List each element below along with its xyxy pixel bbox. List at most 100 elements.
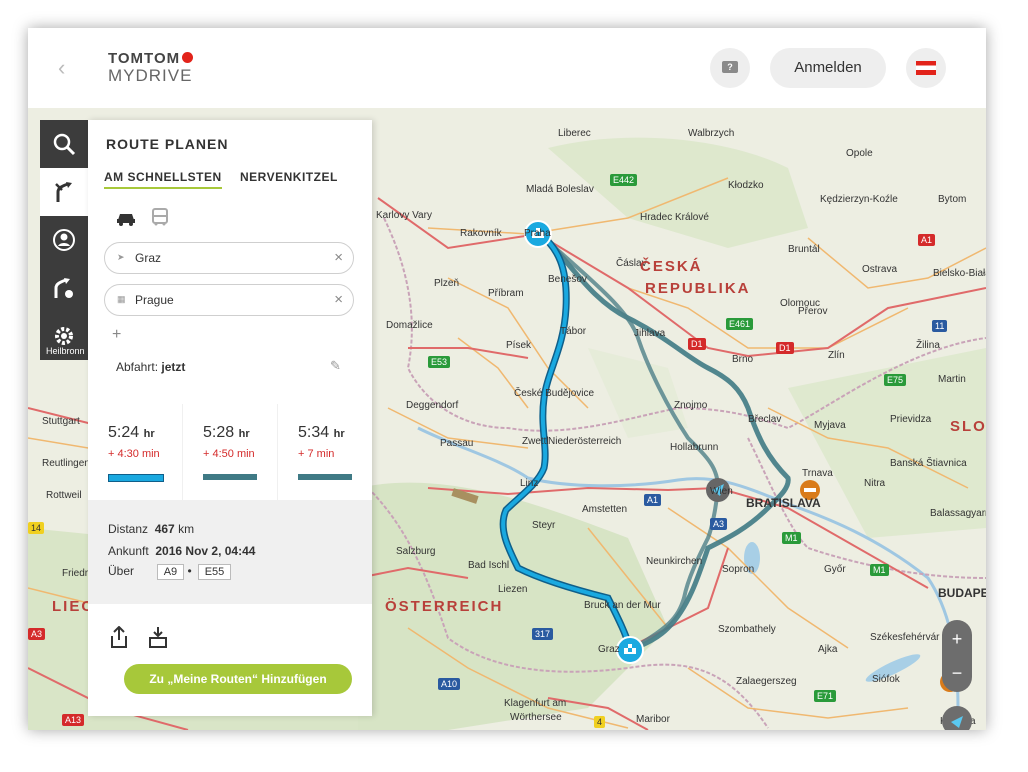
locate-button[interactable] <box>942 706 972 730</box>
map-place-label: BRATISLAVA <box>746 496 821 510</box>
road-shield: A1 <box>918 234 936 246</box>
map-place-label: Linz <box>520 478 539 489</box>
arrival-row: Ankunft 2016 Nov 2, 04:44 <box>108 544 255 558</box>
destination-field[interactable]: ▦ Prague × <box>104 284 354 316</box>
route-option-2[interactable]: 5:28 hr + 4:50 min <box>183 404 277 500</box>
clear-origin-icon[interactable]: × <box>334 249 343 266</box>
map-place-label: Martin <box>938 374 966 385</box>
map-place-label: Rakovník <box>460 228 502 239</box>
route-options: 5:24 hr + 4:30 min 5:28 hr + 4:50 min 5:… <box>88 404 372 500</box>
help-button[interactable]: ? <box>710 48 750 88</box>
car-mode-button[interactable] <box>116 208 136 226</box>
departure[interactable]: Abfahrt: jetzt <box>116 360 185 374</box>
map-place-label: Wörthersee <box>510 712 562 723</box>
panel-title: ROUTE PLANEN <box>106 136 229 152</box>
map-place-label: Győr <box>824 564 846 575</box>
map-place-label: BUDAPEST <box>938 586 986 600</box>
map-place-label: Graz <box>598 644 620 655</box>
map-place-label: Domažlice <box>386 320 433 331</box>
map-place-label: Kędzierzyn-Koźle <box>820 194 898 205</box>
map-place-label: Bad Ischl <box>468 560 510 571</box>
map-place-label: Salzburg <box>396 546 436 557</box>
map-place-label: Brno <box>732 354 754 365</box>
add-to-my-routes-button[interactable]: Zu „Meine Routen“ Hinzufügen <box>124 664 352 694</box>
tomtom-mydrive-logo[interactable]: TOMTOM MYDRIVE <box>108 50 194 86</box>
add-stop-icon[interactable]: + <box>112 326 121 344</box>
map-place-label: Klagenfurt am <box>504 698 567 709</box>
map-place-label: Bytom <box>938 194 967 205</box>
route-details: Distanz 467 km Ankunft 2016 Nov 2, 04:44… <box>88 500 372 604</box>
map-place-label: Žilina <box>916 340 940 351</box>
share-icon[interactable] <box>110 626 128 648</box>
route-time: 5:28 <box>203 424 235 441</box>
map-place-label: Mladá Boleslav <box>526 184 594 195</box>
distance-label: Distanz <box>108 522 149 536</box>
route-time-unit: hr <box>143 428 155 440</box>
map-place-label: Reutlingen <box>42 458 90 469</box>
austria-flag-icon <box>916 61 936 75</box>
pencil-icon[interactable]: ✎ <box>330 358 341 374</box>
via-road: E55 <box>197 564 232 580</box>
zoom-out-button[interactable]: − <box>942 658 972 688</box>
map-place-label: Zlín <box>828 350 845 361</box>
map-place-label: Amstetten <box>582 504 628 515</box>
route-panel: ROUTE PLANEN AM SCHNELLSTEN NERVENKITZEL… <box>88 120 372 716</box>
map-place-label: Banská Štiavnica <box>890 458 967 469</box>
road-shield: 14 <box>28 522 45 534</box>
partial-map-label: Heilbronn <box>46 346 85 356</box>
map-place-label: Praha <box>524 228 551 239</box>
route-planner-button[interactable] <box>40 168 88 216</box>
distance-row: Distanz 467 km <box>108 522 194 536</box>
map-place-label: Balassagyarmat <box>930 508 986 519</box>
map-place-label: Znojmo <box>674 400 708 411</box>
distance-unit: km <box>178 522 195 536</box>
map-place-label: Břeclav <box>748 414 782 425</box>
departure-label: Abfahrt: <box>116 360 159 374</box>
language-button[interactable] <box>906 48 946 88</box>
login-button[interactable]: Anmelden <box>770 48 886 88</box>
gear-icon <box>55 327 73 345</box>
map-place-label: Walbrzych <box>688 128 735 139</box>
country-label: SLO <box>950 418 986 435</box>
map-place-label: Přerov <box>798 306 828 317</box>
tab-fastest[interactable]: AM SCHNELLSTEN <box>104 170 222 189</box>
tomtom-hand-icon <box>182 52 194 63</box>
map-place-label: Deggendorf <box>406 400 459 411</box>
places-button[interactable] <box>40 216 88 264</box>
map-place-label: Ostrava <box>862 264 898 275</box>
map-place-label: Liberec <box>558 128 591 139</box>
route-option-1[interactable]: 5:24 hr + 4:30 min <box>88 404 182 500</box>
origin-field[interactable]: ➤ Graz × <box>104 242 354 274</box>
tab-thrilling[interactable]: NERVENKITZEL <box>240 170 338 184</box>
map-place-label: Trnava <box>802 468 833 479</box>
route-option-3[interactable]: 5:34 hr + 7 min <box>278 404 372 500</box>
car-icon <box>117 214 135 226</box>
zoom-in-button[interactable]: + <box>942 624 972 654</box>
via-label: Über <box>108 564 135 578</box>
bus-mode-button[interactable] <box>150 208 170 226</box>
clear-destination-icon[interactable]: × <box>334 291 343 308</box>
departure-value: jetzt <box>161 360 186 374</box>
road-shield: A1 <box>644 494 662 506</box>
route-color-bar <box>203 474 257 480</box>
road-shield: E71 <box>814 690 837 702</box>
settings-button[interactable]: Heilbronn <box>40 312 88 360</box>
search-button[interactable] <box>40 120 88 168</box>
road-shield: E442 <box>610 174 638 186</box>
back-chevron-icon[interactable]: ‹ <box>58 57 74 79</box>
country-label: ČESKÁ <box>640 258 703 275</box>
map-place-label: Stuttgart <box>42 416 80 427</box>
map-place-label: Niederösterreich <box>548 436 622 447</box>
map-place-label: Zwettl <box>522 436 549 447</box>
gpx-download-icon[interactable] <box>148 626 168 648</box>
map-place-label: Písek <box>506 340 532 351</box>
search-icon <box>53 133 76 156</box>
map-place-label: Zalaegerszeg <box>736 676 797 687</box>
map-place-label: Bruntál <box>788 244 820 255</box>
map-place-label: Opole <box>846 148 873 159</box>
road-shield: 4 <box>594 716 606 728</box>
route-time: 5:34 <box>298 424 330 441</box>
map-place-label: Příbram <box>488 288 524 299</box>
traffic-button[interactable] <box>40 264 88 312</box>
logo-line2: MYDRIVE <box>108 66 193 85</box>
